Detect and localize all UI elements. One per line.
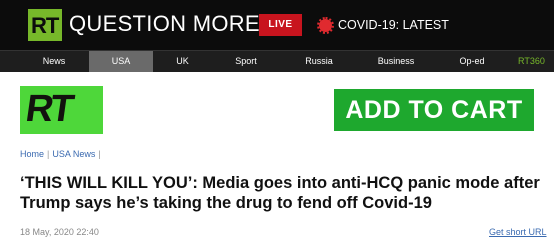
nav-item-sport[interactable]: Sport — [220, 51, 272, 72]
article-headline: ‘THIS WILL KILL YOU’: Media goes into an… — [20, 174, 540, 212]
top-header-bar: RT QUESTION MORE LIVE COVID-19: LATEST — [0, 0, 554, 50]
nav-item-rt360[interactable]: RT360 — [518, 51, 554, 72]
breadcrumb-usa-news[interactable]: USA News — [52, 149, 95, 159]
live-button[interactable]: LIVE — [259, 14, 302, 36]
breadcrumb-separator: | — [47, 149, 50, 159]
nav-item-russia[interactable]: Russia — [292, 51, 346, 72]
advertisement-banner[interactable]: RT ADD TO CART — [20, 86, 534, 134]
article-timestamp: 18 May, 2020 22:40 — [20, 227, 99, 237]
rt-logo-text: RT — [31, 13, 59, 38]
virus-icon — [317, 16, 334, 34]
breadcrumb-separator-end: | — [98, 149, 101, 159]
breadcrumb-home[interactable]: Home — [20, 149, 44, 159]
covid-latest-link[interactable]: COVID-19: LATEST — [317, 14, 449, 36]
nav-item-business[interactable]: Business — [368, 51, 424, 72]
brand-title: QUESTION MORE — [69, 11, 260, 36]
get-short-url-link[interactable]: Get short URL — [489, 227, 547, 237]
ad-rt-logo-text: RT — [23, 88, 74, 130]
nav-item-op-ed[interactable]: Op-ed — [447, 51, 497, 72]
nav-item-usa[interactable]: USA — [89, 51, 153, 72]
breadcrumb: Home | USA News | — [20, 149, 104, 159]
covid-latest-label: COVID-19: LATEST — [338, 18, 449, 32]
main-navigation: News USA UK Sport Russia Business Op-ed … — [0, 50, 554, 72]
rt-logo[interactable]: RT — [28, 9, 62, 41]
ad-rt-logo: RT — [20, 86, 103, 134]
nav-item-news[interactable]: News — [30, 51, 78, 72]
nav-item-uk[interactable]: UK — [160, 51, 205, 72]
add-to-cart-button[interactable]: ADD TO CART — [334, 89, 534, 131]
